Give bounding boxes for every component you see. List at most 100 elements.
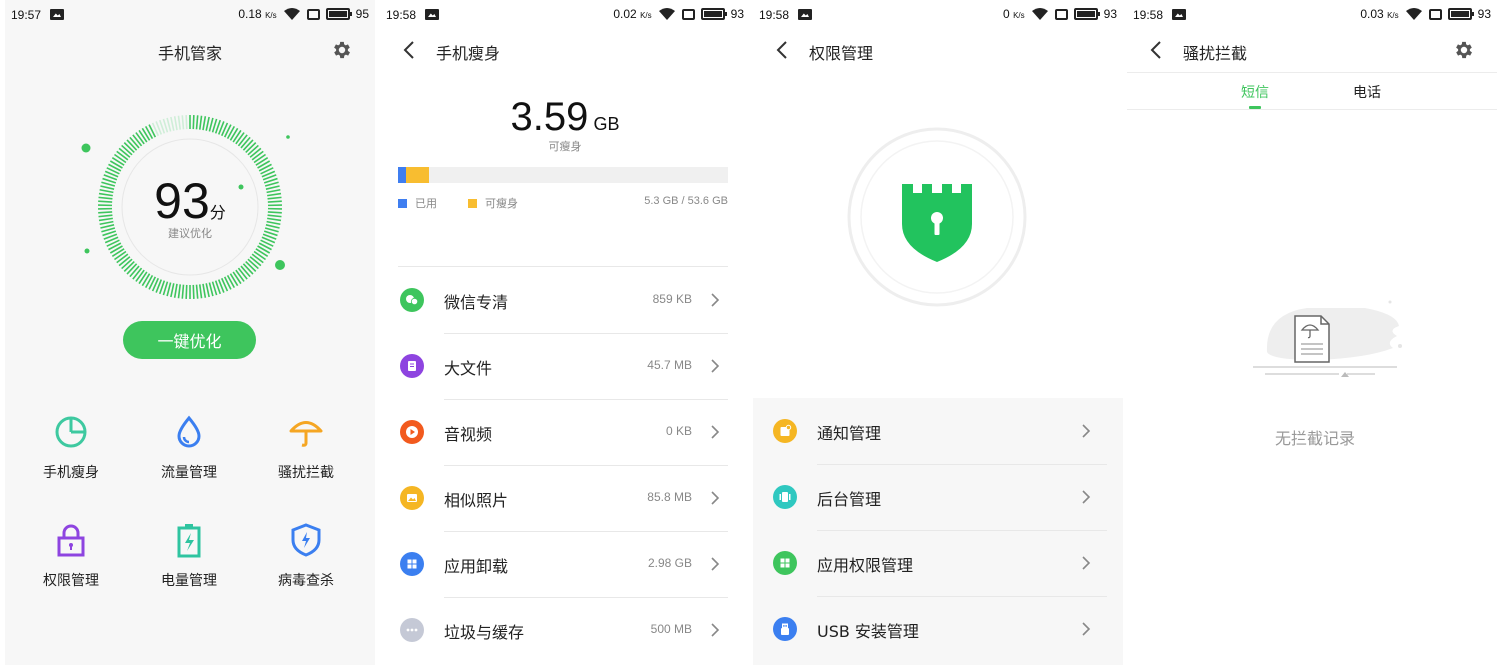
slimmable-size-unit: GB (593, 114, 620, 134)
slim-item-media[interactable]: 音视频 0 KB (380, 399, 750, 465)
tool-label: 骚扰拦截 (278, 465, 334, 481)
battery-level: 95 (355, 7, 369, 21)
notification-icon (773, 419, 797, 443)
chevron-right-icon (711, 557, 720, 571)
gear-icon[interactable] (1453, 39, 1475, 61)
storage-total: 5.3 GB / 53.6 GB (644, 195, 728, 207)
back-arrow-icon[interactable] (400, 40, 420, 60)
slim-item-size: 0 KB (665, 424, 692, 438)
tool-battery[interactable]: 电量管理 (139, 522, 239, 590)
chevron-right-icon (1082, 490, 1091, 504)
tool-phone-slim[interactable]: 手机瘦身 (21, 414, 121, 482)
phone-slim-screen: 19:58 0.02 K/s 93 手机瘦身 3.59 GB 可瘦身 已用 可瘦… (380, 0, 750, 665)
tool-data-usage[interactable]: 流量管理 (139, 414, 239, 482)
one-click-optimize-button[interactable]: 一键优化 (123, 321, 256, 359)
title-bar: 权限管理 (753, 30, 1123, 70)
sim-icon (1054, 8, 1068, 20)
gear-icon[interactable] (331, 39, 353, 61)
more-icon (400, 618, 424, 642)
tab-active-indicator (1249, 106, 1261, 109)
sim-icon (681, 8, 695, 20)
chevron-right-icon (711, 623, 720, 637)
tab-calls[interactable]: 电话 (1353, 82, 1381, 102)
slim-item-label: 应用卸载 (444, 557, 509, 576)
page-title: 骚扰拦截 (1183, 44, 1248, 63)
perm-item-app-permission[interactable]: 应用权限管理 (753, 530, 1123, 596)
tool-label: 权限管理 (43, 573, 99, 589)
slim-item-large-files[interactable]: 大文件 45.7 MB (380, 333, 750, 399)
perm-item-label: 后台管理 (817, 490, 882, 509)
slim-item-size: 859 KB (652, 292, 692, 306)
status-time: 19:58 (759, 8, 790, 22)
chevron-right-icon (1082, 556, 1091, 570)
tool-harass-block[interactable]: 骚扰拦截 (256, 414, 356, 482)
image-notification-icon (50, 9, 64, 20)
slim-item-size: 2.98 GB (647, 556, 692, 570)
perm-item-usb-install[interactable]: USB 安装管理 (753, 596, 1123, 662)
permission-list: 通知管理 后台管理 应用权限管理 USB 安装管理 (753, 398, 1123, 665)
image-notification-icon (1172, 9, 1186, 20)
slim-item-size: 500 MB (650, 622, 692, 636)
image-notification-icon (798, 9, 812, 20)
tool-permission[interactable]: 权限管理 (21, 522, 121, 590)
storage-legend: 已用 可瘦身 5.3 GB / 53.6 GB (398, 195, 728, 211)
page-title: 权限管理 (809, 44, 874, 63)
chevron-right-icon (711, 425, 720, 439)
slim-item-label: 微信专清 (444, 293, 509, 312)
battery-icon (1447, 8, 1474, 20)
perm-item-notification[interactable]: 通知管理 (753, 398, 1123, 464)
back-arrow-icon[interactable] (1147, 40, 1167, 60)
wifi-icon (1031, 8, 1048, 20)
tool-virus-scan[interactable]: 病毒查杀 (256, 522, 356, 590)
slim-item-size: 85.8 MB (647, 490, 692, 504)
battery-icon (1073, 8, 1100, 20)
slim-item-label: 大文件 (444, 359, 493, 378)
title-bar: 手机管家 (5, 30, 375, 70)
harass-block-screen: 19:58 0.03 K/s 93 骚扰拦截 短信 电话 无拦截记录 (1127, 0, 1497, 665)
score-value: 93 (154, 173, 210, 229)
image-notification-icon (425, 9, 439, 20)
score: 93分 (5, 172, 375, 230)
wifi-icon (283, 8, 300, 20)
tool-label: 电量管理 (161, 573, 217, 589)
perm-item-label: 通知管理 (817, 424, 882, 443)
slimmable-size: 3.59 GB (380, 95, 750, 140)
back-arrow-icon[interactable] (773, 40, 793, 60)
empty-inbox-illustration (1253, 300, 1402, 377)
slim-item-wechat[interactable]: 微信专清 859 KB (380, 267, 750, 333)
slim-item-uninstall[interactable]: 应用卸载 2.98 GB (380, 531, 750, 597)
lock-icon (57, 524, 85, 557)
pie-chart-icon (55, 416, 87, 448)
slimmable-label: 可瘦身 (548, 140, 582, 153)
storage-usage-bar (398, 167, 728, 183)
slim-item-label: 垃圾与缓存 (444, 623, 525, 642)
perm-item-label: 应用权限管理 (817, 556, 914, 575)
network-speed: 0.18 K/s (238, 7, 277, 21)
slimmable-size-value: 3.59 (510, 95, 589, 139)
storage-used-fill (398, 167, 407, 183)
wifi-icon (658, 8, 675, 20)
permission-screen: 19:58 0 K/s 93 权限管理 通知管理 后台管理 应用权限管理 USB… (753, 0, 1123, 665)
wifi-icon (1405, 8, 1422, 20)
title-bar: 骚扰拦截 (1127, 30, 1497, 70)
page-title: 手机瘦身 (436, 44, 501, 63)
tool-label: 流量管理 (161, 465, 217, 481)
tab-sms[interactable]: 短信 (1241, 82, 1269, 102)
slim-item-similar-photos[interactable]: 相似照片 85.8 MB (380, 465, 750, 531)
status-bar: 19:57 0.18 K/s 95 (5, 0, 375, 30)
status-time: 19:58 (1133, 8, 1164, 22)
apps-icon (400, 552, 424, 576)
chevron-right-icon (711, 359, 720, 373)
app-permission-icon (773, 551, 797, 575)
tool-label: 手机瘦身 (43, 465, 99, 481)
permission-shield-illustration (847, 127, 1027, 307)
slim-item-junk-cache[interactable]: 垃圾与缓存 500 MB (380, 597, 750, 663)
network-speed: 0 K/s (1003, 7, 1025, 21)
score-subtitle: 建议优化 (168, 227, 212, 240)
perm-item-label: USB 安装管理 (817, 622, 919, 641)
empty-state-text: 无拦截记录 (1274, 429, 1355, 448)
status-bar: 19:58 0.03 K/s 93 (1127, 0, 1497, 30)
play-icon (400, 420, 424, 444)
perm-item-background[interactable]: 后台管理 (753, 464, 1123, 530)
battery-icon (177, 524, 201, 558)
